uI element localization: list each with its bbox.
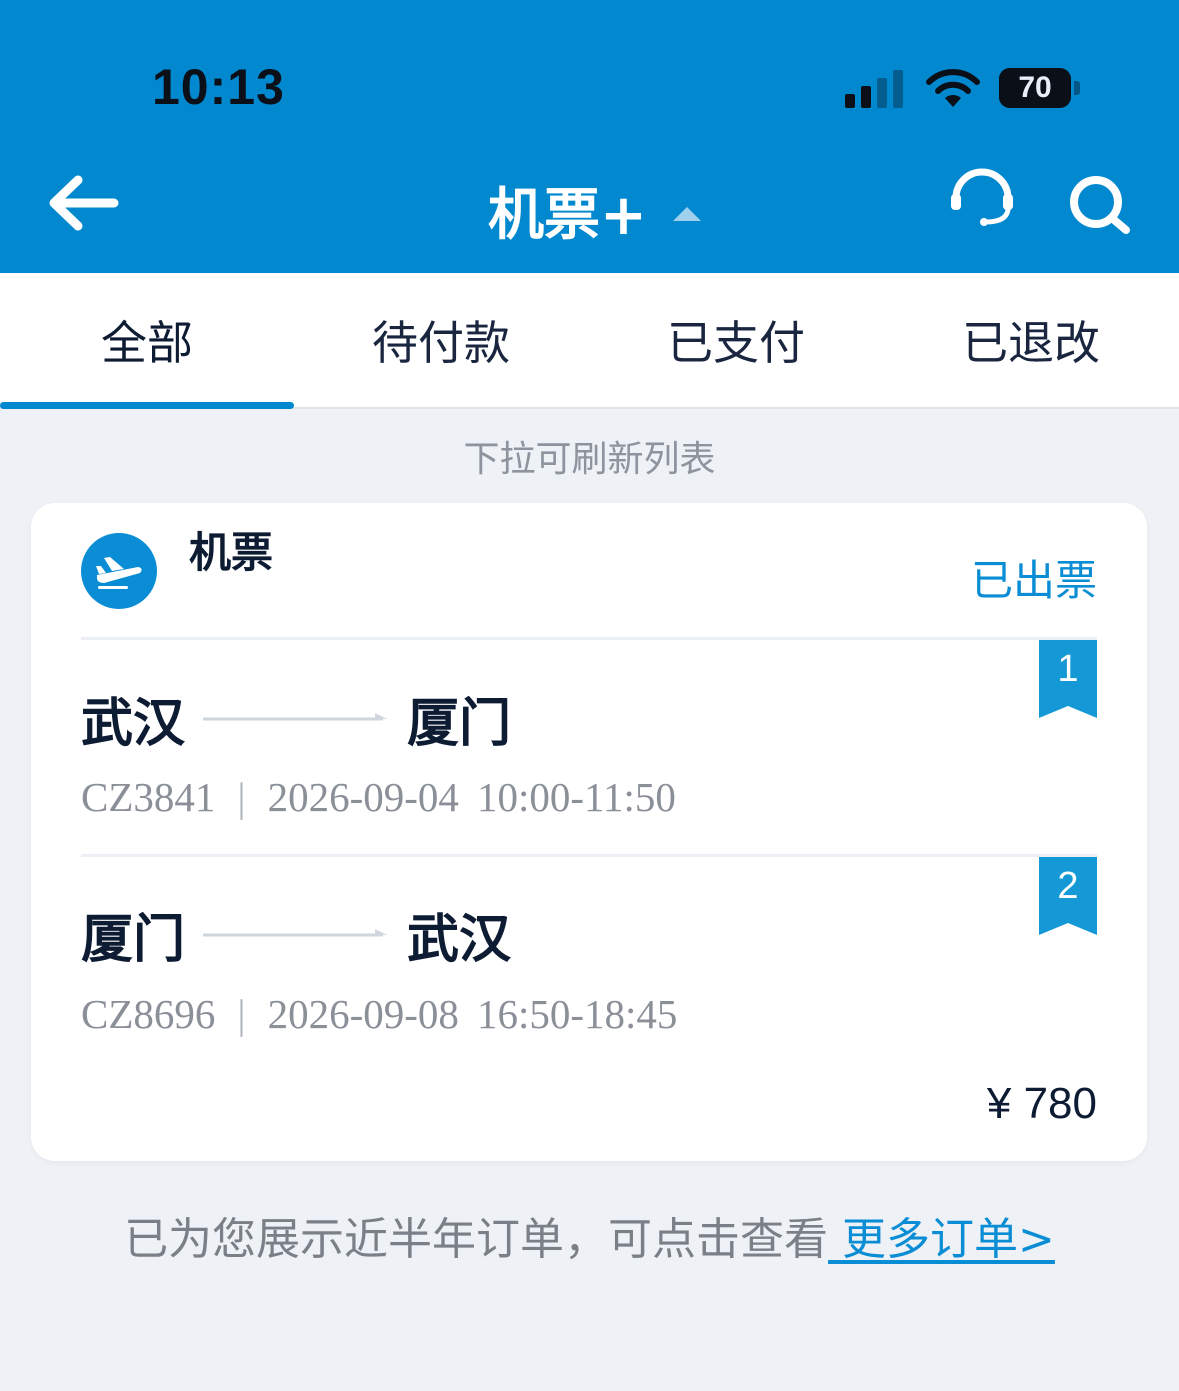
customer-service-icon[interactable]: [946, 158, 1018, 238]
battery-level: 70: [1018, 71, 1052, 104]
header-bar: 10:13 70 机票+: [0, 0, 1179, 273]
tab-label: 待付款: [372, 316, 510, 370]
battery-icon: 70: [999, 68, 1071, 108]
route-arrow-icon: [203, 928, 388, 936]
status-icons: 70: [845, 64, 1080, 112]
tab-paid[interactable]: 已支付: [589, 273, 883, 407]
tab-refunded-changed[interactable]: 已退改: [884, 273, 1178, 407]
segment-2-route: 厦门 武汉: [81, 897, 511, 972]
order-price: ¥ 780: [986, 1079, 1097, 1128]
active-tab-indicator: [0, 402, 294, 409]
segment-1-info: CZ3841 | 2026-09-04 10:00-11:50: [81, 774, 676, 820]
departure-city: 厦门: [81, 910, 186, 970]
order-tabs: 全部 待付款 已支付 已退改: [0, 273, 1179, 409]
airplane-icon: [81, 533, 157, 609]
caret-up-icon: [672, 206, 701, 221]
footer-note: 已为您展示近半年订单，可点击查看 更多订单>: [0, 1203, 1179, 1267]
nav-title-dropdown[interactable]: 机票+: [488, 170, 701, 251]
pull-to-refresh-hint: 下拉可刷新列表: [463, 439, 716, 480]
search-icon[interactable]: [1066, 172, 1134, 238]
order-category: 机票: [189, 528, 274, 577]
flight-date: 2026-09-04: [267, 774, 459, 820]
tab-label: 已支付: [667, 316, 805, 370]
segment-number: 1: [1057, 648, 1079, 690]
footer-note-text: 已为您展示近半年订单，可点击查看: [124, 1214, 829, 1265]
segment-badge-2: 2: [1039, 857, 1097, 935]
route-arrow-icon: [203, 712, 388, 720]
order-card[interactable]: 机票 已出票 武汉 厦门 1 CZ3841 | 2026-09-04 10:00-11…: [31, 503, 1147, 1161]
departure-city: 武汉: [81, 694, 186, 754]
flight-number: CZ3841: [81, 774, 216, 820]
flight-time: 10:00-11:50: [476, 774, 676, 820]
segment-2-info: CZ8696 | 2026-09-08 16:50-18:45: [81, 991, 678, 1037]
arrival-city: 武汉: [407, 910, 512, 970]
wifi-icon: [926, 69, 980, 107]
flight-date: 2026-09-08: [267, 991, 459, 1037]
tab-label: 全部: [101, 316, 193, 370]
tab-pending-payment[interactable]: 待付款: [294, 273, 588, 407]
divider: [81, 637, 1097, 640]
tab-all[interactable]: 全部: [0, 273, 294, 409]
signal-icon: [845, 68, 903, 108]
page-title: 机票+: [488, 183, 647, 248]
tab-label: 已退改: [962, 316, 1100, 370]
divider: [81, 854, 1097, 857]
flight-number: CZ8696: [81, 991, 216, 1037]
status-time: 10:13: [152, 59, 285, 115]
back-arrow-icon[interactable]: [44, 170, 120, 236]
segment-badge-1: 1: [1039, 640, 1097, 718]
status-badge: 已出票: [970, 556, 1097, 605]
more-orders-link[interactable]: 更多订单>: [828, 1214, 1055, 1265]
segment-number: 2: [1057, 865, 1079, 907]
segment-1-route: 武汉 厦门: [81, 681, 511, 756]
battery-cap: [1074, 81, 1080, 95]
arrival-city: 厦门: [407, 694, 512, 754]
flight-time: 16:50-18:45: [476, 991, 678, 1037]
